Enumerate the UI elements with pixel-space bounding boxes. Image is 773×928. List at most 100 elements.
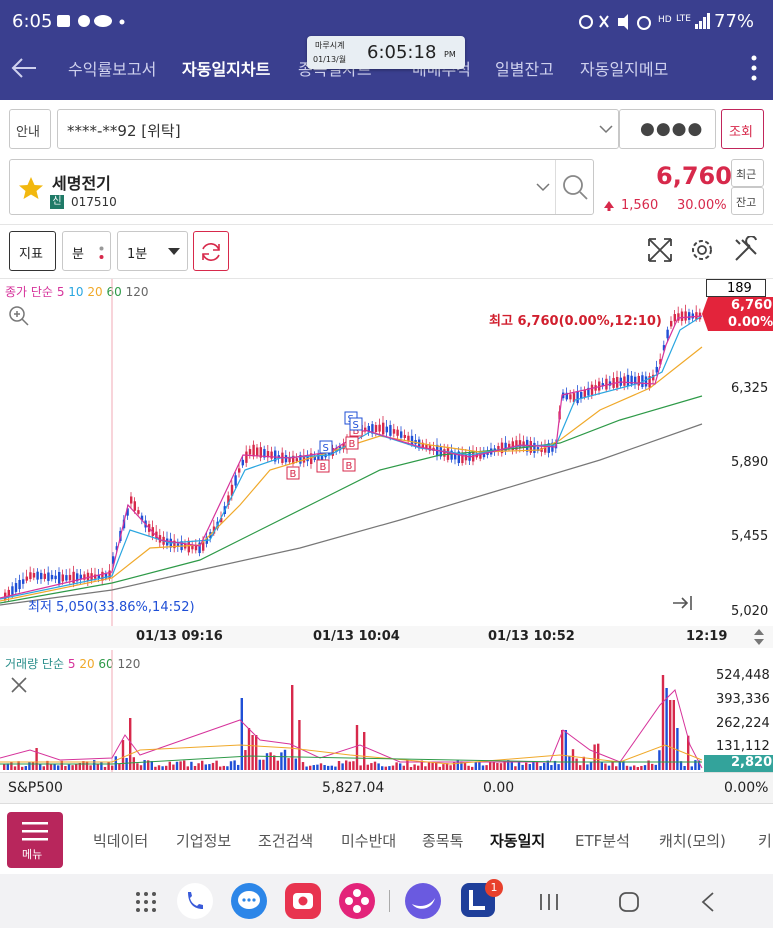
hamburger-icon — [22, 822, 48, 841]
volume-bar — [244, 750, 247, 770]
home-icon[interactable] — [618, 891, 640, 913]
interval-select[interactable]: 1분 — [117, 231, 188, 271]
camera-app-icon[interactable] — [284, 882, 322, 920]
price-chart[interactable]: BBBBBSSS — [0, 279, 773, 626]
refresh-button[interactable] — [193, 231, 229, 271]
volume-bar — [21, 766, 24, 770]
volume-bar — [31, 761, 35, 770]
volume-bar — [348, 761, 351, 770]
hotspot-icon — [637, 16, 651, 30]
clock-time: 6:05:18 — [367, 42, 437, 63]
bottom-tab-margin[interactable]: 미수반대 — [341, 830, 396, 851]
tab-auto-journal-chart[interactable]: 자동일지차트 — [182, 56, 270, 80]
balance-label: 잔고 — [736, 196, 757, 209]
chevron-down-icon[interactable] — [536, 182, 550, 192]
back-icon[interactable] — [700, 891, 716, 913]
kebab-icon[interactable] — [750, 54, 758, 82]
guide-button[interactable]: 안내 — [9, 109, 51, 149]
vol-y-tick: 524,448 — [716, 668, 770, 683]
candle — [400, 431, 403, 438]
volume-bar — [143, 760, 146, 770]
account-select[interactable]: ****-**92 [위탁] — [57, 109, 619, 149]
ma5-line — [0, 315, 703, 599]
volume-bar — [287, 758, 290, 770]
query-button[interactable]: 조회 — [721, 109, 764, 149]
bottom-tab-stock-talk[interactable]: 종목톡 — [422, 830, 463, 851]
candle — [270, 451, 273, 459]
volume-bar — [132, 757, 135, 770]
expand-icon[interactable] — [646, 236, 674, 264]
clock-ampm: PM — [444, 50, 456, 59]
buy-marker-label: B — [346, 461, 353, 472]
mute-icon — [618, 14, 628, 30]
volume-bar — [201, 760, 204, 770]
index-bar[interactable]: S&P500 5,827.04 0.00 0.00% — [0, 772, 773, 804]
tab-auto-journal-memo[interactable]: 자동일지메모 — [580, 56, 668, 80]
volume-bar — [629, 766, 632, 770]
volume-bar — [24, 766, 27, 770]
volume-bar — [427, 761, 431, 770]
internet-app-icon[interactable] — [404, 882, 442, 920]
volume-bar — [334, 766, 337, 770]
menu-button[interactable]: 메뉴 — [7, 812, 63, 868]
star-icon[interactable] — [18, 176, 44, 200]
tab-daily-balance[interactable]: 일별잔고 — [495, 56, 554, 80]
volume-bar — [89, 765, 92, 770]
candle — [137, 510, 140, 514]
recent-button[interactable]: 최근 — [731, 159, 764, 187]
volume-chart[interactable] — [0, 650, 704, 772]
volume-bar — [579, 765, 582, 770]
password-field[interactable]: ●●●● — [619, 109, 716, 149]
bottom-tab-etf[interactable]: ETF분석 — [575, 830, 630, 851]
bottom-tab-company-info[interactable]: 기업정보 — [176, 830, 231, 851]
refresh-icon — [202, 243, 220, 261]
resize-arrows-icon[interactable] — [753, 629, 765, 645]
app-grid-icon[interactable] — [134, 890, 158, 914]
bottom-tab-key[interactable]: 키 — [758, 830, 772, 851]
volume-bars — [3, 675, 701, 770]
x-tick: 12:19 — [686, 629, 728, 644]
arrow-left-icon[interactable] — [10, 56, 38, 80]
battery-level: 77% — [714, 11, 755, 32]
volume-bar — [64, 766, 67, 770]
indicator-button[interactable]: 지표 — [9, 231, 56, 271]
flower-app-icon[interactable] — [338, 882, 376, 920]
gear-icon[interactable] — [688, 236, 716, 264]
last-rate: 0.00% — [728, 315, 773, 330]
volume-bar — [305, 766, 308, 770]
messages-icon[interactable] — [230, 882, 268, 920]
volume-bar — [589, 762, 593, 770]
candle — [29, 572, 32, 580]
candle — [18, 580, 21, 590]
volume-bar — [337, 761, 341, 770]
hd-icon: HD — [658, 15, 672, 25]
ma10-line — [0, 315, 703, 600]
stock-selector[interactable]: 세명전기 신 017510 — [9, 159, 594, 215]
tab-profit-report[interactable]: 수익률보고서 — [68, 56, 156, 80]
volume-bar — [222, 765, 225, 770]
interval-value: 1분 — [127, 247, 148, 262]
balance-button[interactable]: 잔고 — [731, 187, 764, 215]
vol-y-tick: 131,112 — [716, 739, 770, 754]
bottom-tab-auto-journal[interactable]: 자동일지 — [490, 830, 545, 851]
candle — [644, 376, 648, 387]
volume-bar — [424, 766, 427, 770]
bottom-tab-catch[interactable]: 캐치(모의) — [659, 830, 726, 851]
phone-icon[interactable] — [176, 882, 214, 920]
clock-widget[interactable]: 마루시계 01/13/월 6:05:18 PM — [307, 36, 465, 69]
vol-y-tick: 262,224 — [716, 716, 770, 731]
scroll-end-icon[interactable] — [670, 592, 696, 614]
period-select[interactable]: 분 — [62, 231, 111, 271]
volume-bar — [154, 766, 157, 770]
bottom-tab-condition-search[interactable]: 조건검색 — [258, 830, 313, 851]
tools-icon[interactable] — [732, 236, 760, 264]
volume-bar — [13, 766, 17, 770]
volume-bar — [107, 761, 110, 770]
volume-bar — [499, 763, 503, 770]
bluetooth-icon — [599, 15, 609, 28]
search-icon[interactable] — [561, 173, 589, 201]
bottom-tab-bigdata[interactable]: 빅데이터 — [93, 830, 148, 851]
volume-bar — [96, 763, 99, 770]
candle — [68, 574, 72, 581]
recents-icon[interactable] — [538, 892, 560, 912]
